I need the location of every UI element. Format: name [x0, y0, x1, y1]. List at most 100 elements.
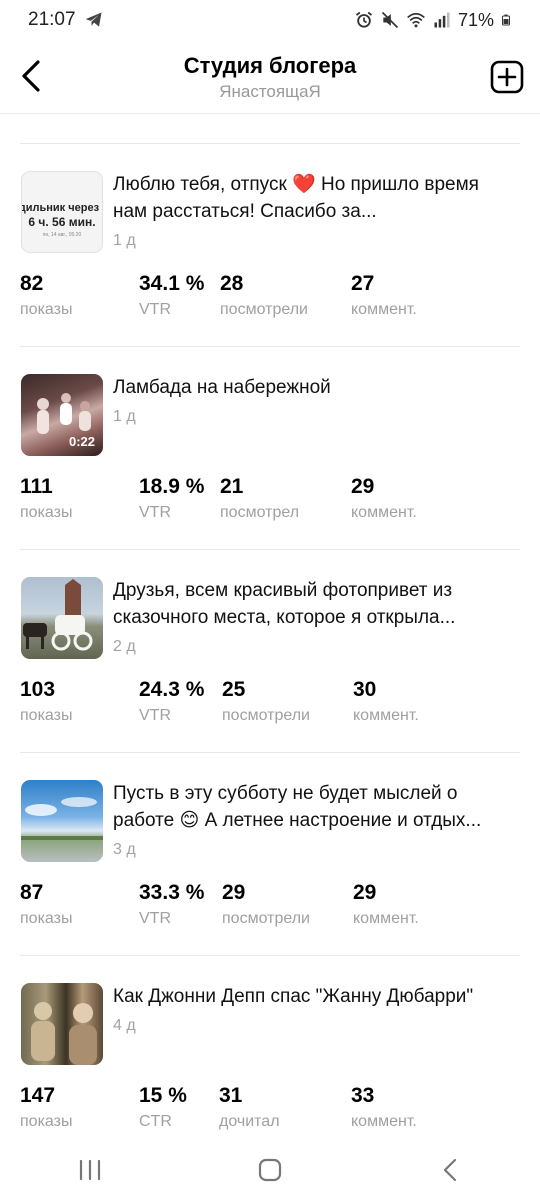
stat-value: 18.9 % — [139, 475, 205, 498]
thumbnail-text: удильник через — [21, 202, 100, 214]
stat-label: VTR — [139, 910, 171, 927]
stat-value: 147 — [20, 1084, 56, 1107]
stat-label: показы — [20, 504, 73, 521]
post-age: 3 д — [113, 841, 136, 858]
stat-label: коммент. — [351, 1113, 417, 1130]
stat-label: посмотрели — [222, 910, 310, 927]
stat-impressions: 82 показы — [20, 271, 72, 319]
post-stats: 87 показы 33.3 % VTR 29 посмотрели 29 ко… — [20, 880, 520, 934]
video-duration: 0:22 — [68, 434, 95, 449]
stat-value: 111 — [20, 475, 53, 498]
carriage-image — [23, 579, 93, 651]
stat-value: 33 — [351, 1084, 375, 1107]
stat-comments: 27 коммент. — [351, 271, 417, 319]
stat-label: коммент. — [353, 910, 419, 927]
stat-value: 34.1 % — [139, 272, 205, 295]
post-thumbnail[interactable]: удильник через 6 ч. 56 мин. пн, 14 авг.,… — [21, 171, 103, 253]
home-icon — [258, 1158, 282, 1182]
app-header: Студия блогера ЯнастоящаЯ — [0, 40, 540, 114]
stat-value: 27 — [351, 272, 375, 295]
posts-list: удильник через 6 ч. 56 мин. пн, 14 авг.,… — [0, 143, 540, 1158]
stat-label: коммент. — [353, 707, 419, 724]
stat-value: 31 — [219, 1084, 243, 1107]
stat-impressions: 103 показы — [20, 677, 72, 725]
stat-views: 25 посмотрели — [222, 677, 310, 725]
post-stats: 147 показы 15 % CTR 31 дочитал 33 коммен… — [20, 1083, 520, 1137]
stat-views: 29 посмотрели — [222, 880, 310, 928]
stat-value: 24.3 % — [139, 678, 205, 701]
post-item[interactable]: Пусть в эту субботу не будет мыслей о ра… — [20, 752, 520, 955]
recents-button[interactable] — [60, 1148, 120, 1192]
post-title[interactable]: Пусть в эту субботу не будет мыслей о ра… — [113, 780, 512, 834]
post-item[interactable]: удильник через 6 ч. 56 мин. пн, 14 авг.,… — [20, 143, 520, 346]
post-thumbnail[interactable] — [21, 983, 103, 1065]
stat-impressions: 111 показы — [20, 474, 72, 522]
stat-label: VTR — [139, 504, 171, 521]
battery-percent: 71% — [457, 9, 494, 30]
post-title[interactable]: Люблю тебя, отпуск ❤️ Но пришло время на… — [113, 171, 512, 225]
post-thumbnail[interactable]: 0:22 — [21, 374, 103, 456]
post-age: 4 д — [113, 1017, 136, 1034]
painting-image — [31, 1002, 97, 1065]
post-item[interactable]: Друзья, всем красивый фотопривет из сказ… — [20, 549, 520, 752]
stat-vtr: 24.3 % VTR — [139, 677, 204, 725]
status-bar: 21:07 71% — [0, 0, 540, 40]
stat-label: показы — [20, 910, 73, 927]
battery-icon — [502, 14, 510, 26]
stat-label: показы — [20, 707, 73, 724]
post-item[interactable]: 0:22 Ламбада на набережной 1 д 111 показ… — [20, 346, 520, 549]
post-title[interactable]: Как Джонни Депп спас "Жанну Дюбарри" — [113, 983, 512, 1010]
stat-ctr: 15 % CTR — [139, 1083, 187, 1131]
stat-label: посмотрели — [222, 707, 310, 724]
stat-value: 15 % — [139, 1084, 187, 1107]
status-right: 71% — [354, 10, 512, 31]
stat-views: 28 посмотрели — [220, 271, 308, 319]
post-age: 1 д — [113, 232, 136, 249]
wifi-icon — [407, 12, 425, 28]
stat-reads: 31 дочитал — [219, 1083, 280, 1131]
stat-label: коммент. — [351, 301, 417, 318]
post-thumbnail[interactable] — [21, 780, 103, 862]
telegram-icon — [85, 12, 102, 27]
stat-value: 82 — [20, 272, 44, 295]
nav-back-button[interactable] — [420, 1148, 480, 1192]
post-thumbnail[interactable] — [21, 577, 103, 659]
channel-name: ЯнастоящаЯ — [219, 82, 321, 101]
stat-label: показы — [20, 1113, 73, 1130]
add-post-icon[interactable] — [490, 60, 524, 94]
stat-value: 21 — [220, 475, 244, 498]
system-nav-bar — [0, 1140, 540, 1200]
stat-value: 29 — [222, 881, 246, 904]
stat-value: 25 — [222, 678, 246, 701]
stat-label: показы — [20, 301, 73, 318]
stat-views: 21 посмотрел — [220, 474, 299, 522]
status-time: 21:07 — [28, 9, 76, 30]
status-left: 21:07 — [28, 9, 104, 31]
stat-comments: 29 коммент. — [351, 474, 417, 522]
stat-label: посмотрел — [220, 504, 300, 521]
stat-vtr: 33.3 % VTR — [139, 880, 204, 928]
stat-impressions: 147 показы — [20, 1083, 72, 1131]
signal-icon — [434, 12, 450, 28]
stat-value: 29 — [353, 881, 377, 904]
recents-icon — [79, 1159, 101, 1181]
stat-comments: 33 коммент. — [351, 1083, 417, 1131]
stat-label: VTR — [139, 707, 171, 724]
stat-impressions: 87 показы — [20, 880, 72, 928]
post-stats: 103 показы 24.3 % VTR 25 посмотрели 30 к… — [20, 677, 520, 731]
stat-comments: 30 коммент. — [353, 677, 419, 725]
stat-vtr: 18.9 % VTR — [139, 474, 204, 522]
stat-value: 30 — [353, 678, 377, 701]
post-item[interactable]: Как Джонни Депп спас "Жанну Дюбарри" 4 д… — [20, 955, 520, 1158]
page-title: Студия блогера — [183, 53, 357, 78]
stat-label: VTR — [139, 301, 171, 318]
stat-label: дочитал — [219, 1113, 280, 1130]
post-stats: 111 показы 18.9 % VTR 21 посмотрел 29 ко… — [20, 474, 520, 528]
thumbnail-text: 6 ч. 56 мин. — [28, 215, 96, 229]
stat-label: CTR — [139, 1113, 172, 1130]
post-age: 2 д — [113, 638, 136, 655]
post-title[interactable]: Ламбада на набережной — [113, 374, 512, 401]
stat-comments: 29 коммент. — [353, 880, 419, 928]
home-button[interactable] — [240, 1148, 300, 1192]
post-title[interactable]: Друзья, всем красивый фотопривет из сказ… — [113, 577, 512, 631]
